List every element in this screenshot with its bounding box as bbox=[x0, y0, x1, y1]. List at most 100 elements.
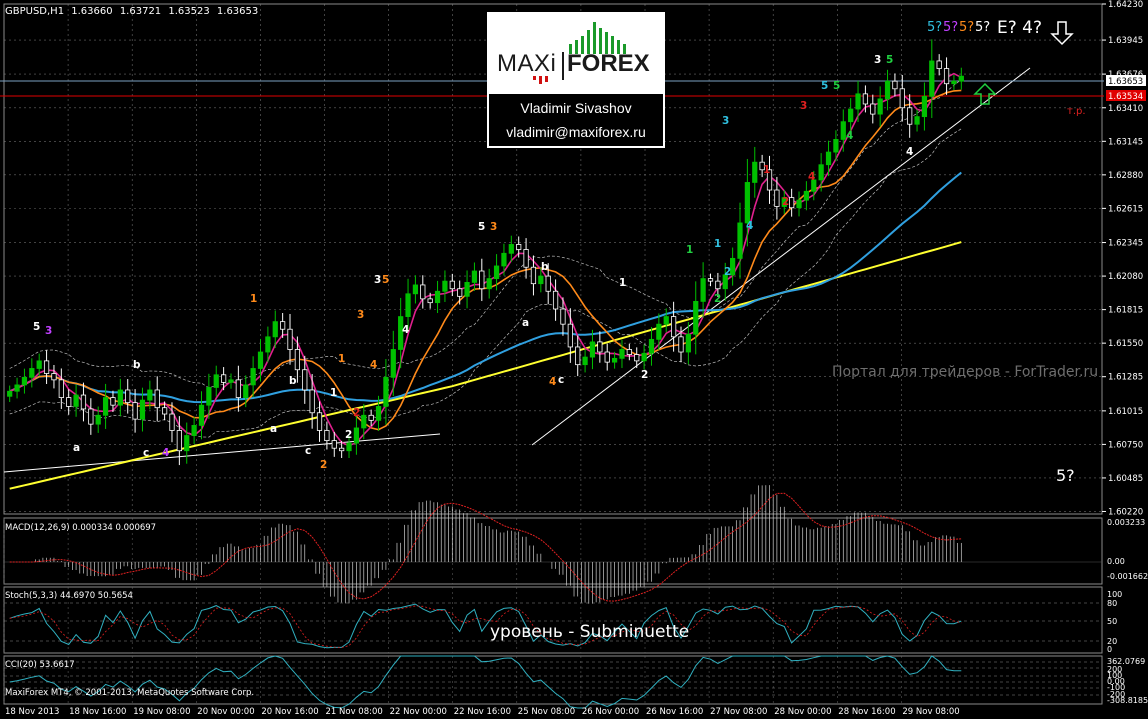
wave-label: c bbox=[143, 447, 149, 459]
wave-label: 1 bbox=[686, 244, 693, 256]
wave-label: c bbox=[305, 445, 311, 457]
top-label-w2: 5? bbox=[943, 20, 958, 35]
wave-label: 4 bbox=[549, 376, 556, 388]
symbol-header: GBPUSD,H1 1.63660 1.63721 1.63523 1.6365… bbox=[5, 6, 258, 17]
wave-label: 3 bbox=[874, 54, 881, 66]
wave-label: a bbox=[522, 317, 529, 329]
wave-label: 4 bbox=[402, 324, 409, 336]
wave-label: b bbox=[133, 359, 141, 371]
indicator-tick-label: 100 bbox=[1107, 590, 1122, 599]
watermark: Портал для трейдеров - ForTrader.ru bbox=[832, 364, 1098, 380]
price-tick-label: 1.60750 bbox=[1108, 440, 1143, 450]
wave-label: 1 bbox=[250, 293, 257, 305]
wave-label: 4 bbox=[906, 146, 913, 158]
wave-label: 4 bbox=[162, 447, 169, 459]
wave-label: 5 bbox=[478, 221, 485, 233]
wave-label: 2 bbox=[353, 407, 360, 419]
wave-label: 4 bbox=[746, 220, 753, 232]
time-tick-label: 26 Nov 00:00 bbox=[582, 707, 639, 717]
time-tick-label: 18 Nov 2013 bbox=[5, 707, 59, 717]
wave-label: 3 bbox=[374, 274, 381, 286]
price-tick-label: 1.61550 bbox=[1108, 339, 1143, 349]
time-tick-label: 18 Nov 16:00 bbox=[69, 707, 126, 717]
indicator-tick-label: 0 bbox=[1107, 645, 1112, 654]
wave-label: 1 bbox=[330, 387, 337, 399]
price-tick-label: 1.62615 bbox=[1108, 204, 1143, 214]
macd-title: MACD(12,26,9) 0.000334 0.000697 bbox=[5, 523, 156, 533]
top-label-w4: 5? bbox=[975, 20, 990, 35]
time-tick-label: 28 Nov 16:00 bbox=[838, 707, 895, 717]
wave-label: 2 bbox=[724, 266, 731, 278]
wave-label: b bbox=[541, 261, 549, 273]
indicator-tick-label: 50 bbox=[1107, 617, 1117, 626]
price-tick-label: 1.63945 bbox=[1108, 36, 1143, 46]
price-tick-label: 1.62080 bbox=[1108, 272, 1143, 282]
indicator-tick-label: 0.00 bbox=[1107, 557, 1125, 566]
price-tick-label: 1.62345 bbox=[1108, 239, 1143, 249]
logo-maxi: MAXi bbox=[497, 50, 557, 77]
price-tick-label: 1.63410 bbox=[1108, 104, 1143, 114]
bid-price-label: 1.63653 bbox=[1108, 77, 1143, 87]
stoch-title: Stoch(5,3,3) 44.6970 50.5654 bbox=[5, 591, 133, 601]
wave-label: 2 bbox=[714, 293, 721, 305]
price-tick-label: 1.64230 bbox=[1108, 0, 1143, 10]
wave-label: 3 bbox=[800, 100, 807, 112]
author-box: Vladimir Sivashov vladimir@maxiforex.ru bbox=[487, 92, 665, 148]
top-label-w3: 5? bbox=[959, 20, 974, 35]
wave-label: 5 bbox=[33, 321, 40, 333]
copyright: MaxiForex MT4, © 2001-2013, MetaQuotes S… bbox=[5, 688, 254, 698]
price-tick-label: 1.61285 bbox=[1108, 373, 1143, 383]
author-name: Vladimir Sivashov bbox=[520, 100, 632, 116]
wave-label: 3 bbox=[722, 115, 729, 127]
level-caption: уровень - Subminuette bbox=[490, 622, 689, 642]
wave-label: 3 bbox=[357, 309, 364, 321]
wave-label: a bbox=[270, 423, 277, 435]
price-tick-label: 1.62880 bbox=[1108, 171, 1143, 181]
time-tick-label: 22 Nov 00:00 bbox=[390, 707, 447, 717]
wave-label: 5 bbox=[833, 80, 840, 92]
price-tick-label: 1.60220 bbox=[1108, 507, 1143, 517]
author-email: vladimir@maxiforex.ru bbox=[506, 124, 646, 140]
price-tick-label: 1.61815 bbox=[1108, 306, 1143, 316]
time-tick-label: 27 Nov 08:00 bbox=[710, 707, 767, 717]
wave-label: 1 bbox=[714, 238, 721, 250]
wave-label: b bbox=[289, 375, 297, 387]
wave-label: 5 bbox=[821, 80, 828, 92]
time-tick-label: 21 Nov 08:00 bbox=[326, 707, 383, 717]
indicator-tick-label: -308.8185 bbox=[1107, 696, 1148, 705]
wave-label: a bbox=[73, 442, 80, 454]
time-tick-label: 25 Nov 08:00 bbox=[518, 707, 575, 717]
level-price-label: 1.63534 bbox=[1108, 92, 1143, 102]
terminal-window: 53abc41abc212123435453ba4c12112231423445… bbox=[0, 0, 1148, 719]
time-axis[interactable]: 18 Nov 2013 18 Nov 16:00 19 Nov 08:00 20 No… bbox=[5, 707, 960, 717]
wave-label: 1 bbox=[763, 164, 770, 176]
wave-label: 2 bbox=[345, 429, 352, 441]
logo-forex: FOREX bbox=[567, 50, 650, 77]
time-tick-label: 29 Nov 08:00 bbox=[902, 707, 959, 717]
indicator-tick-label: 80 bbox=[1107, 599, 1117, 608]
time-tick-label: 19 Nov 08:00 bbox=[133, 707, 190, 717]
top-label-e4: E? 4? bbox=[997, 18, 1042, 38]
time-tick-label: 28 Nov 00:00 bbox=[774, 707, 831, 717]
wave-label: 5 bbox=[382, 274, 389, 286]
price-tick-label: 1.61015 bbox=[1108, 407, 1143, 417]
indicator-tick-label: 0.003233 bbox=[1107, 518, 1145, 527]
cci-title: CCI(20) 53.6617 bbox=[5, 660, 75, 670]
wave-label: 5 bbox=[886, 54, 893, 66]
top-label-w1: 5? bbox=[927, 20, 942, 35]
wave-label: 3 bbox=[45, 325, 52, 337]
time-tick-label: 20 Nov 16:00 bbox=[261, 707, 318, 717]
wave-label: 3 bbox=[490, 221, 497, 233]
logo-divider bbox=[562, 52, 564, 80]
price-tick-label: 1.63145 bbox=[1108, 137, 1143, 147]
wave-label: 4 bbox=[808, 171, 815, 183]
wave-label: 2 bbox=[782, 196, 789, 208]
time-tick-label: 26 Nov 16:00 bbox=[646, 707, 703, 717]
wave-label: 1 bbox=[338, 353, 345, 365]
wave-label: 2 bbox=[641, 369, 648, 381]
wave-label: 4 bbox=[846, 130, 853, 142]
time-tick-label: 20 Nov 00:00 bbox=[197, 707, 254, 717]
indicator-tick-label: -0.001662 bbox=[1107, 572, 1148, 581]
time-tick-label: 22 Nov 16:00 bbox=[454, 707, 511, 717]
wave-label: 4 bbox=[370, 359, 377, 371]
